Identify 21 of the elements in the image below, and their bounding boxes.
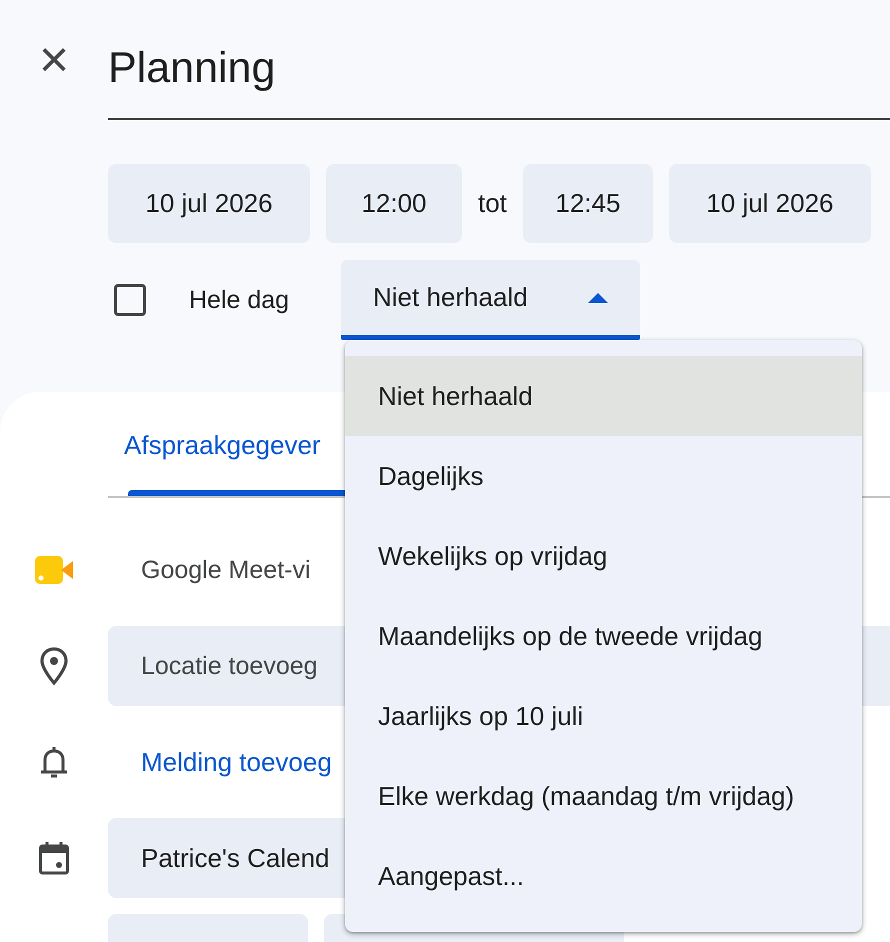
location-pin-icon	[39, 646, 69, 686]
menu-item[interactable]: Niet herhaald	[345, 356, 862, 436]
all-day-label: Hele dag	[189, 286, 290, 314]
menu-item[interactable]: Maandelijks op de tweede vrijdag	[345, 596, 862, 676]
repeat-dropdown[interactable]: Niet herhaald	[341, 260, 640, 340]
bell-icon	[39, 745, 69, 779]
start-date-field[interactable]: 10 jul 2026	[108, 164, 310, 243]
caret-icon	[588, 292, 608, 302]
add-notification-link[interactable]: Melding toevoeg	[108, 746, 338, 778]
start-time-field[interactable]: 12:00	[326, 164, 462, 243]
close-button[interactable]: ×	[0, 30, 108, 90]
end-date-field[interactable]: 10 jul 2026	[668, 164, 871, 243]
title-field[interactable]: Planning	[108, 0, 890, 120]
video-call-label: Google Meet-vi	[140, 556, 311, 584]
menu-item[interactable]: Jaarlijks op 10 juli	[345, 676, 862, 756]
calendar-icon	[39, 841, 69, 875]
all-day-checkbox[interactable]	[114, 284, 146, 316]
range-separator: tot	[478, 188, 507, 219]
menu-item[interactable]: Wekelijks op vrijdag	[345, 516, 862, 596]
end-time-field[interactable]: 12:45	[522, 164, 653, 243]
video-camera-icon	[35, 556, 73, 584]
